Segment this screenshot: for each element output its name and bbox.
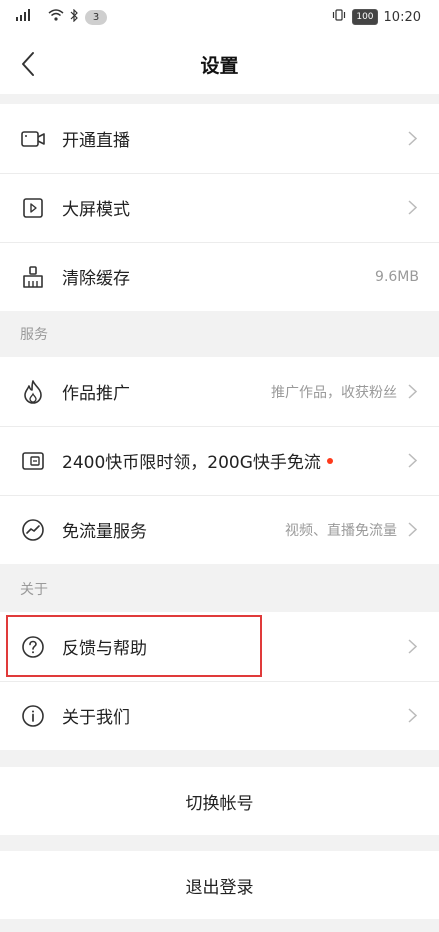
play-square-icon — [20, 195, 46, 221]
info-icon — [20, 703, 46, 729]
highlight-box — [6, 615, 262, 677]
row-label: 2400快币限时领，200G快手免流 — [62, 453, 321, 473]
row-value: 视频、直播免流量 — [285, 522, 397, 539]
new-dot-badge — [326, 457, 333, 464]
cache-size-value: 9.6MB — [375, 268, 419, 285]
row-label: 关于我们 — [62, 708, 130, 728]
row-label: 清除缓存 — [62, 269, 130, 289]
settings-screen: 3 100 10:20 设置 开通直播 大屏模式 清除缓存 9.6MB 服务 作… — [0, 0, 439, 932]
row-about-us[interactable]: 关于我们 — [0, 681, 439, 750]
row-big-screen[interactable]: 大屏模式 — [0, 173, 439, 242]
section-header-about: 关于 — [0, 568, 439, 612]
signal-icon — [16, 9, 42, 25]
flame-icon — [20, 379, 46, 405]
section-header-services: 服务 — [0, 313, 439, 357]
switch-account-button[interactable]: 切换帐号 — [0, 767, 439, 835]
row-coins-promo[interactable]: 2400快币限时领，200G快手免流 — [0, 426, 439, 495]
row-label: 作品推广 — [62, 384, 130, 404]
battery-indicator: 100 — [352, 9, 378, 25]
services-group: 作品推广 推广作品，收获粉丝 2400快币限时领，200G快手免流 免流量服务 … — [0, 357, 439, 564]
status-bar-right: 100 10:20 — [332, 9, 421, 25]
chevron-right-icon — [405, 708, 419, 723]
status-bar-left: 3 — [16, 8, 107, 26]
chevron-right-icon — [405, 639, 419, 654]
row-label: 开通直播 — [62, 131, 130, 151]
nav-header: 设置 — [0, 34, 439, 94]
row-open-live[interactable]: 开通直播 — [0, 104, 439, 173]
row-promote-works[interactable]: 作品推广 推广作品，收获粉丝 — [0, 357, 439, 426]
chevron-right-icon — [405, 200, 419, 215]
chevron-right-icon — [405, 384, 419, 399]
camera-icon — [20, 126, 46, 152]
chevron-right-icon — [405, 131, 419, 146]
chevron-left-icon — [22, 52, 34, 76]
row-clear-cache[interactable]: 清除缓存 9.6MB — [0, 242, 439, 311]
wifi-icon — [48, 9, 64, 25]
chevron-right-icon — [405, 522, 419, 537]
row-free-data[interactable]: 免流量服务 视频、直播免流量 — [0, 495, 439, 564]
clock: 10:20 — [383, 9, 421, 25]
general-settings-group: 开通直播 大屏模式 清除缓存 9.6MB — [0, 104, 439, 311]
status-bar: 3 100 10:20 — [0, 0, 439, 34]
vibrate-icon — [332, 9, 346, 25]
trend-icon — [20, 517, 46, 543]
card-icon — [20, 448, 46, 474]
notification-count-badge: 3 — [85, 9, 107, 25]
page-title: 设置 — [200, 54, 239, 77]
logout-button[interactable]: 退出登录 — [0, 851, 439, 919]
row-label: 大屏模式 — [62, 200, 130, 220]
broom-icon — [20, 264, 46, 290]
row-value: 推广作品，收获粉丝 — [271, 384, 397, 401]
bluetooth-icon — [70, 8, 79, 26]
chevron-right-icon — [405, 453, 419, 468]
back-button[interactable] — [12, 48, 44, 80]
row-label: 免流量服务 — [62, 522, 147, 542]
